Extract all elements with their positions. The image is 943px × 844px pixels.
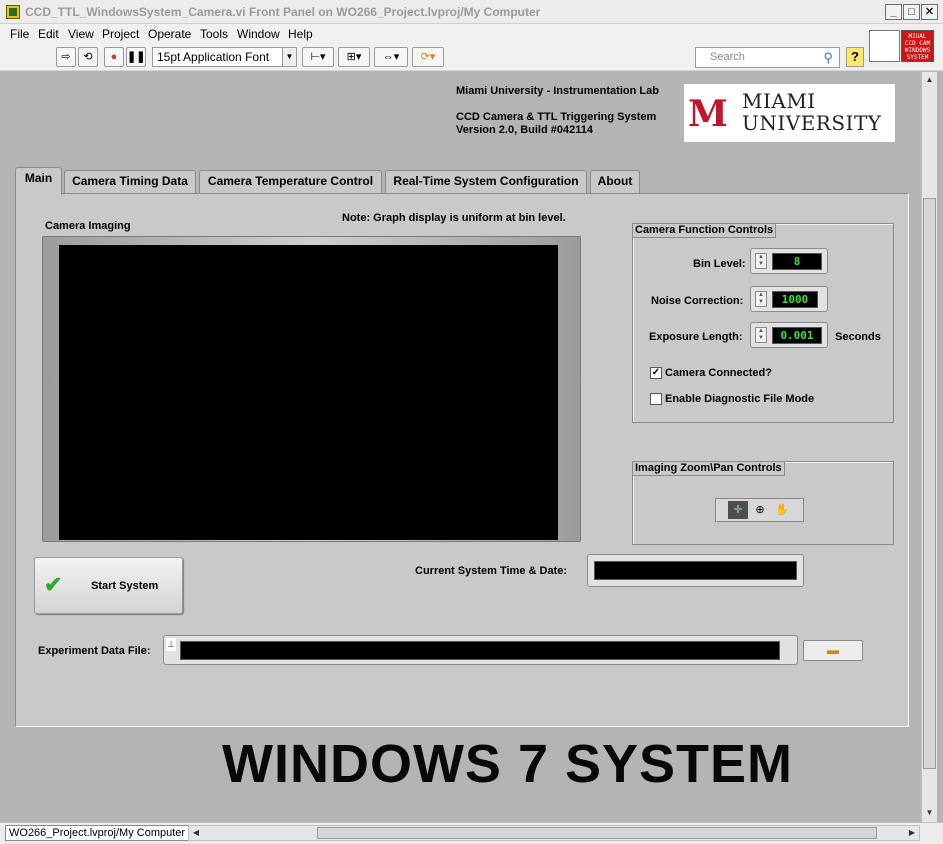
lab-name: Miami University - Instrumentation Lab bbox=[456, 85, 659, 97]
menu-edit[interactable]: Edit bbox=[38, 27, 59, 41]
search-icon[interactable]: ⚲ bbox=[823, 48, 833, 67]
bin-level-control[interactable]: ▲ ▼ 8 bbox=[750, 248, 828, 274]
cursor-crosshair-icon[interactable]: ✛ bbox=[728, 501, 748, 519]
horizontal-scroll-thumb[interactable] bbox=[317, 827, 877, 839]
menu-project[interactable]: Project bbox=[102, 27, 139, 41]
pause-icon[interactable]: ❚❚ bbox=[126, 47, 146, 67]
maximize-button[interactable]: □ bbox=[903, 4, 920, 20]
application-context[interactable]: WO266_Project.lvproj/My Computer bbox=[5, 825, 190, 841]
tab-main[interactable]: Main bbox=[15, 167, 62, 195]
data-file-path-value[interactable] bbox=[180, 641, 780, 660]
vi-icon-line: WINDOWS bbox=[904, 47, 931, 54]
search-input[interactable]: Search ⚲ bbox=[695, 47, 840, 68]
start-system-label: Start System bbox=[91, 580, 159, 592]
vertical-scrollbar[interactable]: ▲ ▼ bbox=[921, 72, 937, 822]
menu-operate[interactable]: Operate bbox=[148, 27, 191, 41]
tab-about[interactable]: About bbox=[590, 170, 640, 194]
vi-icon-line: MIUAL bbox=[908, 33, 927, 40]
version-text: Version 2.0, Build #042114 bbox=[456, 124, 593, 136]
font-select[interactable]: 15pt Application Font ▼ bbox=[152, 47, 297, 67]
diagnostic-mode-label: Enable Diagnostic File Mode bbox=[665, 393, 815, 405]
menu-view[interactable]: View bbox=[68, 27, 94, 41]
logo-line-1: MIAMI bbox=[742, 89, 816, 113]
vi-icon-line: CCD CAM bbox=[904, 40, 931, 47]
system-name: CCD Camera & TTL Triggering System bbox=[456, 111, 657, 123]
title-bar: CCD_TTL_WindowsSystem_Camera.vi Front Pa… bbox=[0, 0, 943, 24]
increment-decrement-icon[interactable]: ▲ ▼ bbox=[755, 253, 767, 269]
zoom-icon[interactable]: ⊕ bbox=[750, 501, 770, 519]
menu-tools[interactable]: Tools bbox=[200, 27, 228, 41]
data-file-label: Experiment Data File: bbox=[38, 645, 151, 657]
tab-real-time-system-configuration[interactable]: Real-Time System Configuration bbox=[385, 170, 587, 194]
camera-connected-checkbox[interactable]: ✓ bbox=[650, 367, 662, 379]
resize-objects-icon[interactable]: ⇔▾ bbox=[374, 47, 408, 67]
noise-correction-value[interactable]: 1000 bbox=[772, 291, 818, 308]
path-icon: ⊥ bbox=[166, 638, 176, 651]
run-continuously-icon[interactable]: ⟲ bbox=[78, 47, 98, 67]
time-date-label: Current System Time & Date: bbox=[415, 565, 568, 577]
scroll-right-icon[interactable]: ▶ bbox=[905, 826, 919, 840]
exposure-length-control[interactable]: ▲ ▼ 0.001 bbox=[750, 322, 828, 348]
diagnostic-mode-checkbox[interactable] bbox=[650, 393, 662, 405]
labview-app-icon bbox=[6, 5, 20, 19]
scroll-up-icon[interactable]: ▲ bbox=[923, 73, 936, 87]
search-placeholder: Search bbox=[710, 51, 745, 63]
close-button[interactable]: ✕ bbox=[921, 4, 938, 20]
header-text: Miami University - Instrumentation Lab C… bbox=[456, 85, 659, 137]
reorder-icon[interactable]: ⟳▾ bbox=[412, 47, 444, 67]
pan-hand-icon[interactable]: ✋ bbox=[772, 501, 792, 519]
connector-pane-icon[interactable] bbox=[869, 30, 900, 62]
distribute-objects-icon[interactable]: ⊞▾ bbox=[338, 47, 370, 67]
exposure-length-label: Exposure Length: bbox=[649, 331, 743, 343]
scroll-left-icon[interactable]: ◀ bbox=[189, 826, 203, 840]
data-file-path-control[interactable]: ⊥ bbox=[163, 635, 798, 665]
tab-camera-temperature-control[interactable]: Camera Temperature Control bbox=[199, 170, 382, 194]
font-select-value: 15pt Application Font bbox=[157, 50, 270, 64]
increment-decrement-icon[interactable]: ▲ ▼ bbox=[755, 327, 767, 343]
context-help-button[interactable]: ? bbox=[846, 47, 864, 67]
menu-window[interactable]: Window bbox=[237, 27, 280, 41]
chevron-down-icon: ▼ bbox=[282, 48, 296, 66]
vertical-scroll-thumb[interactable] bbox=[923, 198, 936, 769]
camera-connected-label: Camera Connected? bbox=[665, 367, 772, 379]
folder-open-icon: ▬ bbox=[827, 643, 839, 657]
logo-line-2: UNIVERSITY bbox=[742, 111, 882, 135]
minimize-button[interactable]: _ bbox=[885, 4, 902, 20]
camera-function-controls-title: Camera Function Controls bbox=[632, 223, 777, 238]
graph-note: Note: Graph display is uniform at bin le… bbox=[342, 212, 566, 224]
system-banner: WINDOWS 7 SYSTEM bbox=[222, 734, 794, 794]
miami-university-logo: M MIAMI UNIVERSITY bbox=[684, 84, 895, 142]
vi-icon-line: SYSTEM bbox=[906, 54, 929, 61]
bin-level-value[interactable]: 8 bbox=[772, 253, 822, 270]
menu-bar: File Edit View Project Operate Tools Win… bbox=[0, 24, 943, 44]
exposure-length-value[interactable]: 0.001 bbox=[772, 327, 822, 344]
vi-icon[interactable]: MIUAL CCD CAM WINDOWS SYSTEM bbox=[901, 30, 934, 62]
window-title: CCD_TTL_WindowsSystem_Camera.vi Front Pa… bbox=[25, 5, 541, 19]
camera-imaging-plot[interactable] bbox=[59, 245, 558, 540]
horizontal-scrollbar[interactable]: ◀ ▶ bbox=[188, 825, 920, 841]
graph-label: Camera Imaging bbox=[45, 220, 131, 232]
logo-mark: M bbox=[688, 93, 728, 135]
time-date-indicator bbox=[587, 554, 804, 587]
run-arrow-icon[interactable]: ⇨ bbox=[56, 47, 76, 67]
abort-icon[interactable]: ● bbox=[104, 47, 124, 67]
align-objects-icon[interactable]: ⊢▾ bbox=[302, 47, 334, 67]
bin-level-label: Bin Level: bbox=[693, 258, 746, 270]
time-date-value bbox=[594, 561, 797, 580]
graph-palette: ✛ ⊕ ✋ bbox=[715, 498, 804, 522]
increment-decrement-icon[interactable]: ▲ ▼ bbox=[755, 291, 767, 307]
zoom-pan-controls-title: Imaging Zoom\Pan Controls bbox=[632, 461, 785, 476]
browse-button[interactable]: ▬ bbox=[803, 640, 863, 661]
menu-file[interactable]: File bbox=[10, 27, 29, 41]
scroll-down-icon[interactable]: ▼ bbox=[923, 806, 936, 820]
toolbar: ⇨ ⟲ ● ❚❚ 15pt Application Font ▼ ⊢▾ ⊞▾ ⇔… bbox=[0, 44, 943, 71]
start-system-button[interactable]: ✔ Start System bbox=[34, 557, 183, 614]
tab-camera-timing-data[interactable]: Camera Timing Data bbox=[64, 170, 196, 194]
menu-help[interactable]: Help bbox=[288, 27, 313, 41]
status-bar: WO266_Project.lvproj/My Computer ◀ ▶ bbox=[0, 822, 943, 844]
noise-correction-control[interactable]: ▲ ▼ 1000 bbox=[750, 286, 828, 312]
checkmark-icon: ✔ bbox=[44, 572, 63, 597]
noise-correction-label: Noise Correction: bbox=[651, 295, 744, 307]
exposure-unit-label: Seconds bbox=[835, 331, 881, 343]
